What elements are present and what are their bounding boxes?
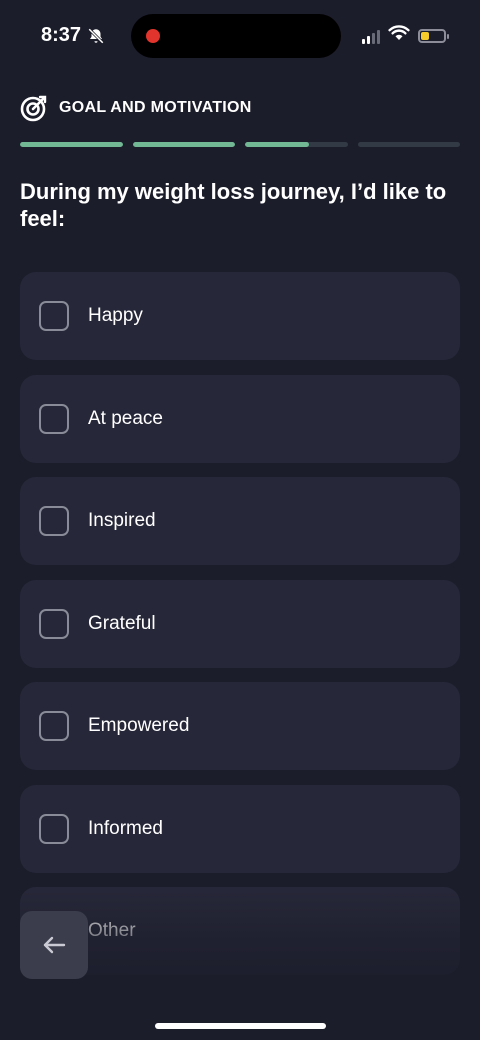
target-icon (20, 94, 48, 122)
battery-level (421, 31, 429, 40)
arrow-left-icon (41, 932, 67, 958)
checkbox[interactable] (39, 506, 69, 536)
progress-segment (357, 142, 460, 147)
screen: 8:37 GOAL AND MOTIVATION During my weigh… (0, 0, 480, 1040)
option-empowered[interactable]: Empowered (20, 682, 460, 770)
checkbox[interactable] (39, 301, 69, 331)
back-button[interactable] (20, 911, 88, 979)
checkbox[interactable] (39, 403, 69, 434)
home-indicator[interactable] (155, 1023, 326, 1029)
checkbox[interactable] (39, 813, 69, 844)
status-icons (362, 25, 449, 46)
signal-icon (362, 28, 380, 44)
status-time: 8:37 (41, 24, 105, 47)
progress-segment (132, 142, 235, 147)
section-header: GOAL AND MOTIVATION (20, 94, 252, 122)
progress-segment (245, 142, 348, 147)
progress-bar (20, 142, 460, 148)
clock-time: 8:37 (41, 24, 82, 46)
battery-icon (418, 28, 449, 43)
progress-fill (20, 142, 123, 147)
option-grateful[interactable]: Grateful (20, 579, 460, 668)
progress-fill (132, 142, 235, 147)
wifi-icon (388, 25, 410, 46)
status-bar: 8:37 (0, 0, 480, 72)
option-label: Empowered (88, 715, 190, 736)
checkbox[interactable] (39, 608, 69, 639)
recording-indicator-icon (146, 29, 160, 43)
option-label: At peace (88, 407, 163, 429)
option-label: Informed (88, 817, 163, 839)
option-label: Inspired (88, 510, 156, 531)
option-label: Happy (88, 305, 143, 326)
question-text: During my weight loss journey, I’d like … (20, 179, 447, 231)
option-label: Other (88, 920, 136, 941)
progress-fill (245, 142, 309, 147)
bell-off-icon (87, 27, 105, 45)
option-inspired[interactable]: Inspired (20, 477, 460, 565)
section-title: GOAL AND MOTIVATION (59, 99, 252, 116)
checkbox[interactable] (39, 711, 69, 741)
progress-segment (20, 142, 123, 147)
option-at-peace[interactable]: At peace (20, 374, 460, 463)
option-happy[interactable]: Happy (20, 272, 460, 360)
dynamic-island (131, 14, 341, 58)
option-informed[interactable]: Informed (20, 784, 460, 873)
options-list: Happy At peace Inspired Grateful Empower… (20, 272, 460, 990)
option-label: Grateful (88, 612, 156, 634)
